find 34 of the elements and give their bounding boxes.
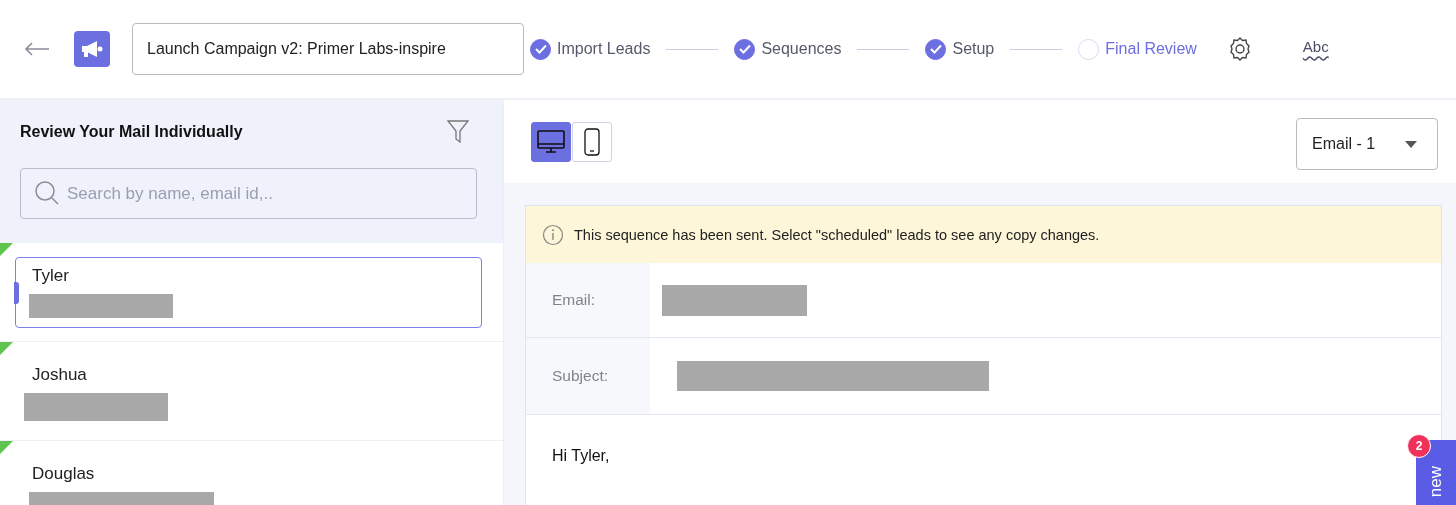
lead-item[interactable]: Joshua <box>15 356 482 427</box>
info-icon <box>542 223 564 246</box>
back-arrow-icon <box>24 42 50 56</box>
search-icon <box>34 180 60 206</box>
check-icon <box>929 44 942 54</box>
mobile-view-button[interactable] <box>572 122 612 162</box>
caret-icon <box>1405 140 1417 148</box>
monitor-icon <box>537 130 565 154</box>
field-label: Email: <box>552 291 596 309</box>
filter-icon <box>447 120 469 144</box>
spellcheck-button[interactable]: Abc <box>1302 37 1329 61</box>
lead-item[interactable]: Tyler <box>15 257 482 328</box>
notice-text: This sequence has been sent. Select "scheduled" leads to see any copy changes. <box>574 226 1100 243</box>
lead-name: Douglas <box>32 464 96 484</box>
search-field[interactable]: Search by name, email id,.. <box>20 168 477 219</box>
check-icon <box>534 44 547 54</box>
megaphone-icon <box>80 39 104 59</box>
campaign-title-field[interactable]: Launch Campaign v2: Primer Labs-inspire <box>132 23 524 75</box>
desktop-view-button[interactable] <box>531 122 571 162</box>
step-label[interactable]: Import Leads <box>557 40 651 58</box>
email-body-text: Hi Tyler, <box>552 447 610 464</box>
panel-title: Review Your Mail Individually <box>20 123 243 141</box>
phone-icon <box>584 128 600 156</box>
step-label[interactable]: Final Review <box>1105 40 1197 58</box>
field-label: Subject: <box>552 367 608 385</box>
step-label[interactable]: Sequences <box>761 40 842 58</box>
lead-name: Joshua <box>32 365 88 385</box>
check-icon <box>738 44 751 54</box>
selection-indicator <box>14 282 19 304</box>
back-button[interactable] <box>24 42 50 56</box>
lead-name: Tyler <box>32 266 70 286</box>
step-label[interactable]: Setup <box>952 40 995 58</box>
email-select[interactable]: Email - 1 <box>1296 118 1438 170</box>
lead-item[interactable]: Douglas <box>15 455 482 505</box>
